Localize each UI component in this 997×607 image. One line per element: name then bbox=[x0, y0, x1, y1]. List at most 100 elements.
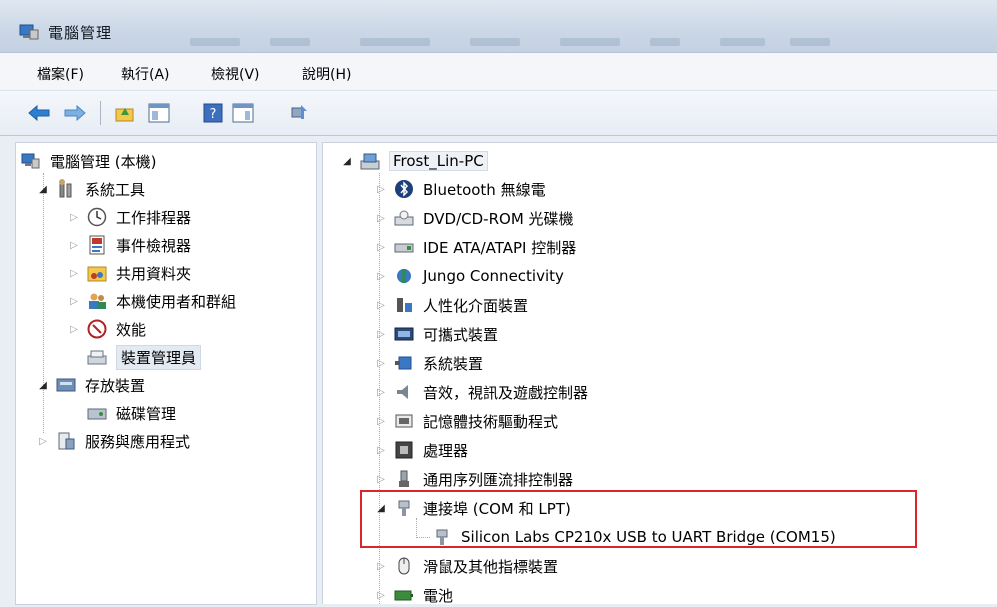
expand-arrow-icon[interactable]: ▷ bbox=[375, 445, 387, 456]
expand-arrow-icon[interactable]: ▷ bbox=[375, 184, 387, 195]
services-icon bbox=[55, 431, 77, 451]
tree-node-services-apps[interactable]: ▷ 服務與應用程式 bbox=[37, 429, 190, 453]
tree-label: Frost_Lin-PC bbox=[389, 151, 488, 171]
expand-arrow-icon[interactable]: ▷ bbox=[68, 268, 80, 279]
hid-icon bbox=[393, 295, 415, 315]
expand-arrow-icon[interactable]: ▷ bbox=[375, 416, 387, 427]
tree-label: 音效，視訊及遊戲控制器 bbox=[423, 383, 589, 402]
device-category[interactable]: ▷ 音效，視訊及遊戲控制器 bbox=[375, 380, 588, 404]
device-category[interactable]: ▷ IDE ATA/ATAPI 控制器 bbox=[375, 235, 576, 259]
toolbar-separator bbox=[100, 101, 101, 125]
collapse-arrow-icon[interactable]: ◢ bbox=[341, 156, 353, 167]
tree-label: 事件檢視器 bbox=[116, 236, 192, 255]
tree-label: 處理器 bbox=[423, 441, 469, 460]
device-category[interactable]: ▷ DVD/CD-ROM 光碟機 bbox=[375, 206, 574, 230]
svg-text:?: ? bbox=[210, 107, 217, 122]
device-category[interactable]: ▷ 通用序列匯流排控制器 bbox=[375, 467, 573, 491]
jungo-icon bbox=[393, 266, 415, 286]
device-category[interactable]: ▷ Jungo Connectivity bbox=[375, 264, 564, 288]
expand-arrow-icon[interactable]: ▷ bbox=[375, 561, 387, 572]
tools-icon bbox=[55, 179, 77, 199]
expand-arrow-icon[interactable]: ▷ bbox=[375, 213, 387, 224]
expand-arrow-icon[interactable]: ▷ bbox=[375, 387, 387, 398]
tree-node-computer[interactable]: ◢ Frost_Lin-PC bbox=[341, 149, 488, 173]
computer-icon bbox=[359, 151, 381, 171]
dvd-drive-icon bbox=[393, 208, 415, 228]
expand-arrow-icon[interactable]: ▷ bbox=[375, 590, 387, 601]
device-category[interactable]: ▷ 電池 bbox=[375, 583, 453, 607]
blurred-area bbox=[270, 38, 310, 46]
back-arrow-icon[interactable] bbox=[26, 101, 52, 125]
device-manager-icon bbox=[86, 347, 108, 367]
device-category[interactable]: ▷ 處理器 bbox=[375, 438, 468, 462]
device-category[interactable]: ▷ 人性化介面裝置 bbox=[375, 293, 528, 317]
tree-label: DVD/CD-ROM 光碟機 bbox=[423, 209, 574, 228]
menu-file[interactable]: 檔案(F) bbox=[37, 64, 84, 84]
clock-icon bbox=[86, 207, 108, 227]
tree-label: 電腦管理 (本機) bbox=[50, 152, 157, 171]
tree-node-system-tools[interactable]: ◢ 系統工具 bbox=[37, 177, 145, 201]
blurred-area bbox=[470, 38, 520, 46]
menu-bar: 檔案(F) 執行(A) 檢視(V) 說明(H) bbox=[0, 53, 997, 91]
expand-arrow-icon[interactable]: ▷ bbox=[375, 358, 387, 369]
computer-management-icon bbox=[20, 151, 42, 171]
expand-arrow-icon[interactable]: ▷ bbox=[68, 324, 80, 335]
menu-action[interactable]: 執行(A) bbox=[121, 64, 170, 84]
collapse-arrow-icon[interactable]: ◢ bbox=[37, 184, 49, 195]
event-viewer-icon bbox=[86, 235, 108, 255]
tree-node-computer-management[interactable]: 電腦管理 (本機) bbox=[20, 149, 156, 173]
device-category[interactable]: ▷ Bluetooth 無線電 bbox=[375, 177, 546, 201]
system-device-icon bbox=[393, 353, 415, 373]
tree-node-task-scheduler[interactable]: ▷ 工作排程器 bbox=[68, 205, 191, 229]
tree-label: 工作排程器 bbox=[116, 208, 192, 227]
menu-help[interactable]: 說明(H) bbox=[302, 64, 351, 84]
menu-view[interactable]: 檢視(V) bbox=[211, 64, 260, 84]
tree-node-local-users[interactable]: ▷ 本機使用者和群組 bbox=[68, 289, 236, 313]
battery-icon bbox=[393, 585, 415, 605]
blurred-area bbox=[560, 38, 620, 46]
expand-arrow-icon[interactable]: ▷ bbox=[375, 300, 387, 311]
toolbar: ? bbox=[0, 91, 997, 136]
expand-arrow-icon[interactable]: ▷ bbox=[375, 271, 387, 282]
expand-arrow-icon[interactable]: ▷ bbox=[68, 212, 80, 223]
blurred-area bbox=[360, 38, 430, 46]
collapse-arrow-icon[interactable]: ◢ bbox=[37, 380, 49, 391]
tree-label: 電池 bbox=[423, 586, 454, 605]
bluetooth-icon bbox=[393, 179, 415, 199]
tree-node-disk-management[interactable]: 磁碟管理 bbox=[86, 401, 176, 425]
audio-icon bbox=[393, 382, 415, 402]
tree-label: 通用序列匯流排控制器 bbox=[423, 470, 574, 489]
tree-node-device-manager[interactable]: 裝置管理員 bbox=[86, 344, 202, 370]
device-category[interactable]: ▷ 系統裝置 bbox=[375, 351, 483, 375]
blurred-area bbox=[720, 38, 765, 46]
expand-arrow-icon[interactable]: ▷ bbox=[68, 240, 80, 251]
usb-controller-icon bbox=[393, 469, 415, 489]
show-hide-tree-icon[interactable] bbox=[146, 101, 172, 125]
tree-label: 本機使用者和群組 bbox=[116, 292, 237, 311]
tree-node-shared-folders[interactable]: ▷ 共用資料夾 bbox=[68, 261, 191, 285]
up-folder-icon[interactable] bbox=[112, 101, 138, 125]
tree-label: 人性化介面裝置 bbox=[423, 296, 529, 315]
expand-arrow-icon[interactable]: ▷ bbox=[37, 436, 49, 447]
tree-node-performance[interactable]: ▷ 效能 bbox=[68, 317, 146, 341]
expand-arrow-icon[interactable]: ▷ bbox=[375, 329, 387, 340]
users-icon bbox=[86, 291, 108, 311]
expand-arrow-icon[interactable]: ▷ bbox=[375, 474, 387, 485]
expand-arrow-icon[interactable]: ▷ bbox=[68, 296, 80, 307]
help-icon[interactable]: ? bbox=[200, 101, 226, 125]
tree-node-event-viewer[interactable]: ▷ 事件檢視器 bbox=[68, 233, 191, 257]
device-category[interactable]: ▷ 記憶體技術驅動程式 bbox=[375, 409, 558, 433]
tree-label: 裝置管理員 bbox=[116, 344, 202, 370]
blurred-area bbox=[790, 38, 830, 46]
forward-arrow-icon[interactable] bbox=[62, 101, 88, 125]
storage-icon bbox=[55, 375, 77, 395]
action-pane-icon[interactable] bbox=[230, 101, 256, 125]
blurred-area bbox=[190, 38, 240, 46]
tree-node-storage[interactable]: ◢ 存放裝置 bbox=[37, 373, 145, 397]
expand-arrow-icon[interactable]: ▷ bbox=[375, 242, 387, 253]
window-title: 電腦管理 bbox=[48, 24, 113, 42]
tree-label: 系統工具 bbox=[85, 180, 146, 199]
device-category[interactable]: ▷ 滑鼠及其他指標裝置 bbox=[375, 554, 558, 578]
device-category[interactable]: ▷ 可攜式裝置 bbox=[375, 322, 498, 346]
scan-hardware-icon[interactable] bbox=[286, 101, 312, 125]
